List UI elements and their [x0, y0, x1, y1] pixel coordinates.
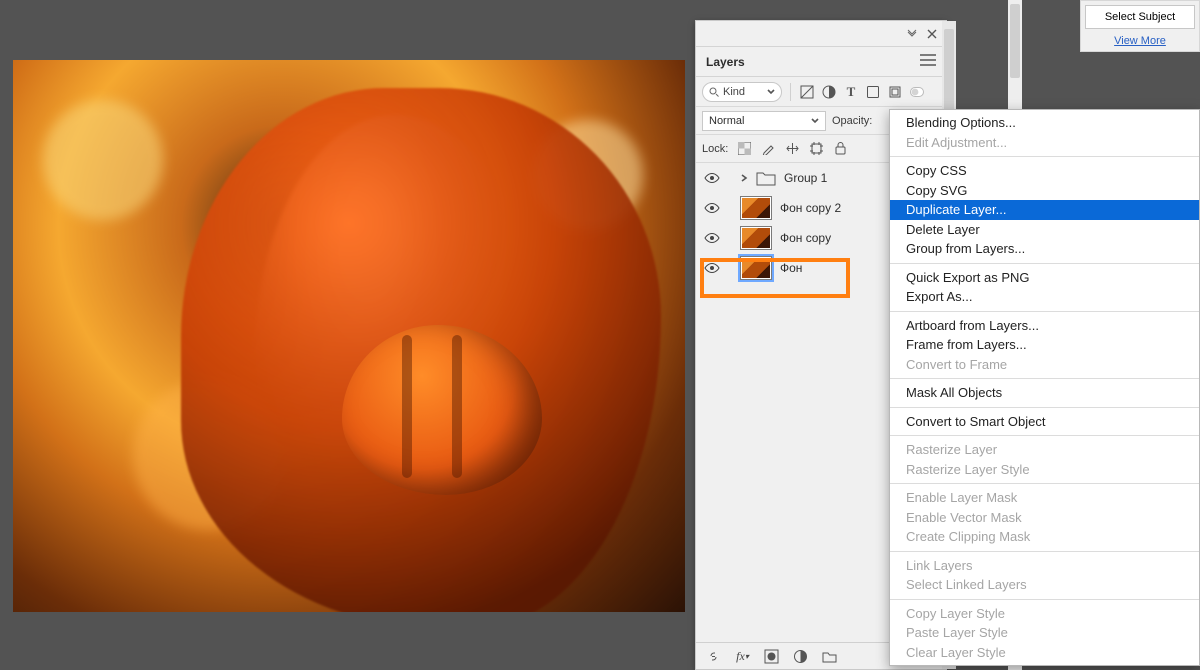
layer-thumbnail[interactable]	[740, 256, 772, 280]
chevron-right-icon[interactable]	[740, 174, 748, 182]
filter-adjustment-icon[interactable]	[821, 84, 837, 100]
layer-name[interactable]: Фон copy 2	[780, 201, 841, 215]
adjustment-layer-icon[interactable]	[793, 649, 808, 664]
visibility-eye-icon[interactable]	[704, 232, 720, 244]
layer-fx-icon[interactable]: fx▾	[735, 649, 750, 664]
document-canvas[interactable]	[13, 60, 685, 612]
context-menu-item[interactable]: Convert to Smart Object	[890, 412, 1199, 432]
filter-type-icon[interactable]: T	[843, 84, 859, 100]
visibility-eye-icon[interactable]	[704, 202, 720, 214]
visibility-eye-icon[interactable]	[704, 262, 720, 274]
context-menu-item: Copy Layer Style	[890, 604, 1199, 624]
context-menu-separator	[890, 599, 1199, 600]
chevron-down-icon	[811, 117, 819, 125]
context-menu-item[interactable]: Quick Export as PNG	[890, 268, 1199, 288]
context-menu-separator	[890, 378, 1199, 379]
selection-tool-panel: Select Subject View More	[1080, 0, 1200, 52]
context-menu-item[interactable]: Delete Layer	[890, 220, 1199, 240]
blend-mode-dropdown[interactable]: Normal	[702, 111, 826, 131]
view-more-link[interactable]: View More	[1114, 35, 1166, 47]
lock-position-icon[interactable]	[784, 141, 800, 157]
context-menu-item: Select Linked Layers	[890, 575, 1199, 595]
search-icon	[709, 87, 719, 97]
close-icon[interactable]	[926, 28, 938, 40]
context-menu-item: Link Layers	[890, 556, 1199, 576]
context-menu-item[interactable]: Copy SVG	[890, 181, 1199, 201]
layer-context-menu[interactable]: Blending Options...Edit Adjustment... Cop…	[889, 109, 1200, 666]
lock-pixels-icon[interactable]	[760, 141, 776, 157]
context-menu-item: Rasterize Layer Style	[890, 460, 1199, 480]
context-menu-item[interactable]: Export As...	[890, 287, 1199, 307]
context-menu-item: Rasterize Layer	[890, 440, 1199, 460]
context-menu-separator	[890, 435, 1199, 436]
context-menu-separator	[890, 407, 1199, 408]
context-menu-item: Convert to Frame	[890, 355, 1199, 375]
context-menu-item[interactable]: Duplicate Layer...	[890, 200, 1199, 220]
layer-thumbnail[interactable]	[740, 226, 772, 250]
filter-kind-dropdown[interactable]: Kind	[702, 82, 782, 102]
context-menu-item: Enable Layer Mask	[890, 488, 1199, 508]
context-menu-item[interactable]: Artboard from Layers...	[890, 316, 1199, 336]
collapse-icon[interactable]	[906, 28, 918, 40]
panel-tabs: Layers	[696, 47, 946, 77]
bokeh-blob	[43, 100, 163, 220]
blend-mode-value: Normal	[709, 115, 744, 127]
panel-titlebar[interactable]	[696, 21, 946, 47]
context-menu-separator	[890, 551, 1199, 552]
layer-mask-icon[interactable]	[764, 649, 779, 664]
filter-smartobject-icon[interactable]	[887, 84, 903, 100]
filter-toggle-switch[interactable]	[909, 84, 925, 100]
panel-menu-icon[interactable]	[920, 54, 936, 69]
context-menu-separator	[890, 263, 1199, 264]
context-menu-item: Paste Layer Style	[890, 623, 1199, 643]
lock-artboard-icon[interactable]	[808, 141, 824, 157]
context-menu-item[interactable]: Mask All Objects	[890, 383, 1199, 403]
context-menu-item[interactable]: Frame from Layers...	[890, 335, 1199, 355]
group-icon[interactable]	[822, 649, 837, 664]
context-menu-separator	[890, 483, 1199, 484]
context-menu-item: Enable Vector Mask	[890, 508, 1199, 528]
link-layers-icon[interactable]	[706, 649, 721, 664]
select-subject-button[interactable]: Select Subject	[1085, 5, 1195, 29]
context-menu-item[interactable]: Copy CSS	[890, 161, 1199, 181]
filter-shape-icon[interactable]	[865, 84, 881, 100]
lock-transparency-icon[interactable]	[736, 141, 752, 157]
context-menu-item: Create Clipping Mask	[890, 527, 1199, 547]
filter-pixel-icon[interactable]	[799, 84, 815, 100]
lock-label: Lock:	[702, 143, 728, 155]
opacity-label: Opacity:	[832, 115, 872, 127]
folder-icon	[756, 170, 776, 186]
context-menu-separator	[890, 156, 1199, 157]
visibility-eye-icon[interactable]	[704, 172, 720, 184]
layer-name[interactable]: Фон	[780, 261, 802, 275]
context-menu-item: Edit Adjustment...	[890, 133, 1199, 153]
chevron-down-icon	[767, 88, 775, 96]
filter-kind-label: Kind	[723, 86, 745, 98]
layer-name[interactable]: Фон copy	[780, 231, 831, 245]
tab-layers[interactable]: Layers	[706, 55, 745, 69]
context-menu-item[interactable]: Group from Layers...	[890, 239, 1199, 259]
layer-thumbnail[interactable]	[740, 196, 772, 220]
layer-name[interactable]: Group 1	[784, 171, 827, 185]
context-menu-separator	[890, 311, 1199, 312]
context-menu-item: Clear Layer Style	[890, 643, 1199, 663]
context-menu-item[interactable]: Blending Options...	[890, 113, 1199, 133]
layer-filter-row: Kind T	[696, 77, 946, 107]
lock-all-icon[interactable]	[832, 141, 848, 157]
